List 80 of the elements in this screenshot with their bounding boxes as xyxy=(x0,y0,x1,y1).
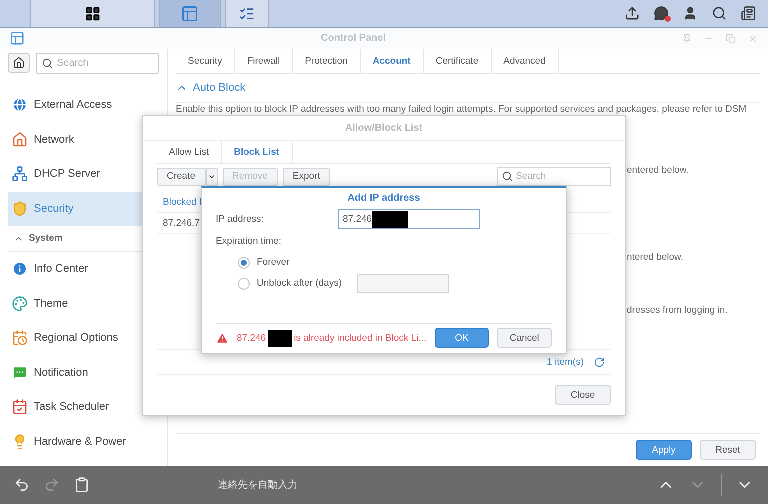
tab[interactable]: Firewall xyxy=(235,49,294,73)
item-label: Notification xyxy=(34,366,88,379)
globe-icon xyxy=(12,97,28,114)
section-header: System xyxy=(29,233,63,244)
sidebar-item[interactable]: DHCP Server xyxy=(8,157,159,192)
reset-button[interactable]: Reset xyxy=(700,440,756,460)
item-label: Network xyxy=(34,134,74,146)
sidebar-item[interactable]: Hardware & Power xyxy=(8,424,159,459)
warning-icon xyxy=(216,332,229,344)
item-label: Info Center xyxy=(34,263,88,276)
upload-icon[interactable] xyxy=(625,6,640,21)
tab[interactable]: Allow List xyxy=(157,141,222,163)
cancel-button[interactable]: Cancel xyxy=(497,328,552,348)
item-label: Theme xyxy=(34,298,68,310)
section-title: Auto Block xyxy=(193,82,246,94)
window-title: Control Panel xyxy=(320,33,387,44)
tab[interactable]: Protection xyxy=(293,49,361,73)
description-text: ntered below. xyxy=(627,252,684,263)
chat-bubble-icon xyxy=(12,364,28,381)
tab[interactable]: Advanced xyxy=(492,49,559,73)
toolbar-button[interactable]: Create xyxy=(157,168,206,186)
shield-icon xyxy=(12,200,28,217)
close-button[interactable]: Close xyxy=(555,385,611,405)
item-count: 1 item(s) xyxy=(547,356,584,368)
field-label: Expiration time: xyxy=(216,236,282,246)
tab[interactable]: Security xyxy=(176,49,236,73)
control-panel-icon xyxy=(181,4,199,22)
radio-button[interactable] xyxy=(238,278,250,290)
user-icon[interactable] xyxy=(683,6,698,21)
app-grid-icon xyxy=(84,6,100,22)
home-button[interactable] xyxy=(8,53,30,73)
control-panel-icon xyxy=(10,31,25,46)
house-icon xyxy=(12,132,28,148)
dropdown-caret-button[interactable] xyxy=(206,168,218,186)
sidebar-item[interactable]: Task Scheduler xyxy=(8,390,159,424)
tab[interactable]: Block List xyxy=(222,141,293,163)
sidebar-item[interactable]: Regional Options xyxy=(8,321,159,356)
radio-button[interactable] xyxy=(238,256,250,268)
item-label: Task Scheduler xyxy=(34,401,110,414)
sidebar-item[interactable]: External Access xyxy=(8,88,159,122)
item-label: Hardware & Power xyxy=(34,436,126,448)
sidebar-item[interactable]: Info Center xyxy=(8,252,159,286)
clipboard-icon[interactable] xyxy=(74,477,90,493)
sidebar-item[interactable]: Network xyxy=(8,122,159,157)
calendar-clock-icon xyxy=(12,330,28,346)
news-icon[interactable] xyxy=(741,6,756,21)
description-text: dresses from logging in. xyxy=(627,305,728,316)
tab[interactable]: Account xyxy=(360,49,424,73)
item-label: Security xyxy=(34,202,74,215)
undo-icon[interactable] xyxy=(14,477,30,493)
error-message: 87.246 is already included in Block Li... xyxy=(237,330,427,346)
dialog-title: Allow/Block List xyxy=(345,122,423,134)
sidebar-item[interactable]: Notification xyxy=(8,356,159,390)
item-label: Regional Options xyxy=(34,332,118,344)
search-icon xyxy=(42,58,53,69)
sidebar-item[interactable]: Theme xyxy=(8,286,159,321)
table-cell-text: 87.246.7 xyxy=(162,218,200,228)
option-label: Unblock after (days) xyxy=(257,278,342,289)
dialog-title: Add IP address xyxy=(348,192,420,204)
chat-icon[interactable] xyxy=(654,6,669,21)
description-text: Enable this option to block IP addresses with too many failed login attempts. For supported services and packages, please refer to DSM xyxy=(176,104,748,115)
days-field[interactable] xyxy=(357,274,450,293)
field-label: IP address: xyxy=(216,214,264,224)
taskbar-app[interactable] xyxy=(30,0,155,27)
network-icon xyxy=(12,166,28,182)
option-label: Forever xyxy=(257,257,290,268)
palette-icon xyxy=(12,296,28,312)
item-label: External Access xyxy=(34,99,112,112)
item-label: DHCP Server xyxy=(34,168,100,180)
ip-address-field[interactable]: 87.246 xyxy=(338,209,480,229)
calendar-check-icon xyxy=(12,399,28,416)
tab[interactable]: Certificate xyxy=(424,49,492,73)
autofill-suggestion[interactable]: 連絡先を自動入力 xyxy=(218,478,298,492)
home-icon xyxy=(13,57,25,69)
description-text: entered below. xyxy=(627,165,689,176)
search-icon xyxy=(502,171,513,182)
toolbar-button[interactable]: Export xyxy=(282,168,330,186)
info-icon xyxy=(12,261,28,278)
refresh-icon[interactable] xyxy=(594,356,605,368)
search-icon[interactable] xyxy=(712,6,727,21)
